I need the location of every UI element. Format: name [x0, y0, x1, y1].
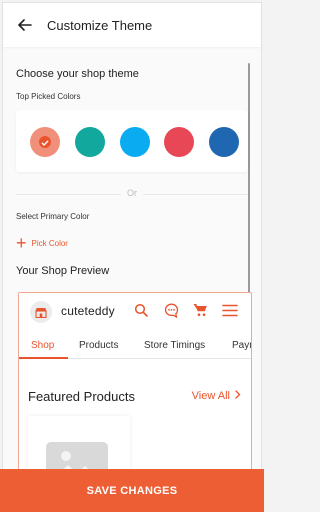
- arrow-left-icon[interactable]: [15, 15, 35, 35]
- cart-icon[interactable]: [191, 301, 209, 319]
- preview-header: cuteteddy: [19, 293, 251, 329]
- featured-products-heading: Featured Products: [28, 389, 135, 404]
- top-picked-label: Top Picked Colors: [16, 92, 81, 101]
- tab-shop[interactable]: Shop: [31, 340, 54, 351]
- product-card[interactable]: [28, 416, 130, 476]
- or-label: Or: [121, 188, 143, 198]
- theme-heading: Choose your shop theme: [16, 68, 139, 80]
- active-tab-indicator: [19, 357, 68, 359]
- preview-tabs: Shop Products Store Timings Payn: [19, 335, 251, 359]
- swatch-card: [16, 110, 248, 172]
- plus-icon: +: [16, 233, 27, 253]
- shop-preview: cuteteddy Shop Products Store Timings Pa…: [18, 292, 252, 477]
- save-changes-button[interactable]: SAVE CHANGES: [0, 469, 264, 512]
- shop-icon: [30, 301, 52, 323]
- search-icon[interactable]: [132, 301, 150, 319]
- preview-heading: Your Shop Preview: [16, 265, 110, 277]
- tab-store-timings[interactable]: Store Timings: [144, 340, 205, 351]
- page-title: Customize Theme: [47, 17, 153, 33]
- tab-products[interactable]: Products: [79, 340, 118, 351]
- chevron-right-icon: [235, 390, 241, 402]
- pick-color-label: Pick Color: [31, 238, 68, 248]
- menu-icon[interactable]: [221, 301, 239, 319]
- app-bar: Customize Theme: [3, 3, 261, 47]
- chat-icon[interactable]: [162, 301, 180, 319]
- color-swatch-salmon[interactable]: [30, 127, 60, 157]
- color-swatch-teal[interactable]: [75, 127, 105, 157]
- screen: Customize Theme Choose your shop theme T…: [2, 2, 262, 510]
- tab-payments[interactable]: Payn: [232, 340, 251, 351]
- color-swatch-red[interactable]: [164, 127, 194, 157]
- pick-color-button[interactable]: + Pick Color: [16, 233, 68, 253]
- check-icon: [39, 136, 51, 148]
- view-all-label: View All: [191, 390, 230, 402]
- primary-color-label: Select Primary Color: [16, 212, 90, 221]
- view-all-link[interactable]: View All: [192, 390, 241, 402]
- shop-name: cuteteddy: [61, 304, 115, 318]
- color-swatch-blue[interactable]: [209, 127, 239, 157]
- color-swatch-sky-blue[interactable]: [120, 127, 150, 157]
